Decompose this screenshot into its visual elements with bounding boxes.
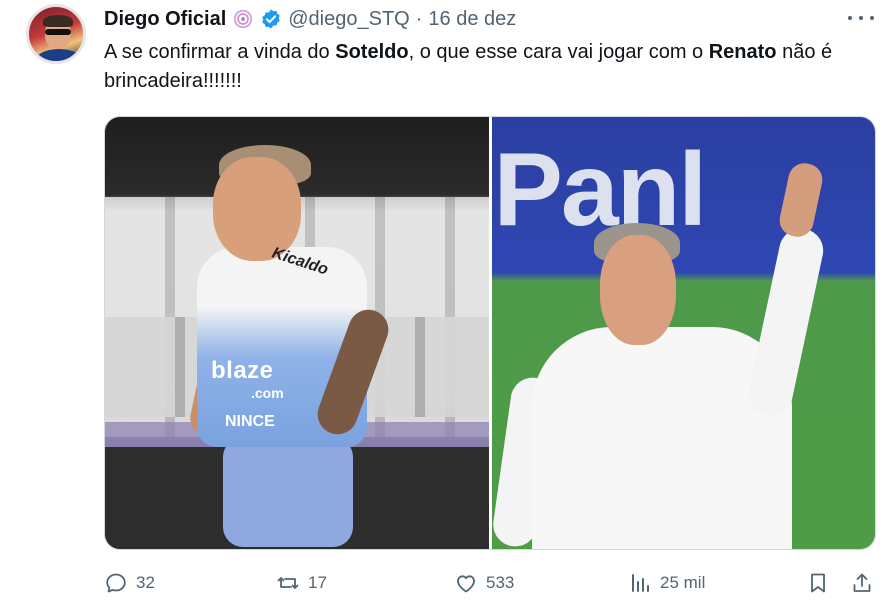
avatar[interactable] [26,4,86,64]
player-head [213,157,301,261]
photo-soteldo[interactable]: Kicaldo blaze .com NINCE [105,117,489,549]
more-dot [870,16,874,20]
photo-renato[interactable]: Panl [491,117,875,549]
coach-hand [776,160,825,240]
reply-count: 32 [136,573,155,592]
tweet-actions: 32 17 533 25 mil [100,566,876,600]
heart-icon [457,575,475,593]
tweet-text-part: A se confirmar a vinda do [104,41,336,63]
spiral-icon [234,9,253,29]
tweet-text: A se confirmar a vinda do Soteldo, o que… [104,38,876,96]
more-options-icon[interactable] [848,8,874,28]
coach-shirt [531,327,792,549]
jersey-sponsor-sub: .com [251,385,284,401]
avatar-glasses [45,29,71,35]
reply-button[interactable]: 32 [104,566,155,600]
share-button[interactable] [850,566,874,600]
like-button[interactable]: 533 [454,566,514,600]
tweet-text-part: , o que esse cara vai jogar com o [408,41,709,63]
handle[interactable]: @diego_STQ [288,8,409,31]
verified-icon [262,9,280,29]
like-count: 533 [486,573,515,592]
jersey-sponsor-lower: NINCE [225,413,275,430]
tweet-text-bold: Renato [708,41,777,63]
more-dot [859,16,863,20]
retweet-icon [277,577,299,589]
avatar-hair [43,15,73,27]
more-dot [848,16,852,20]
media-grid: Kicaldo blaze .com NINCE Panl [104,116,876,550]
reply-icon [106,573,126,593]
bookmark-icon [811,573,825,593]
coach-head [599,235,676,345]
avatar-shirt [35,49,83,61]
share-icon [853,573,871,592]
tweet-text-bold: Soteldo [335,41,409,63]
coach-arm [744,224,827,420]
separator-dot: · [415,7,423,30]
retweet-count: 17 [308,573,327,592]
retweet-button[interactable]: 17 [276,566,327,600]
player-shorts [223,437,353,547]
views-icon [632,574,649,592]
views-button[interactable]: 25 mil [628,566,705,600]
display-name[interactable]: Diego Oficial [104,8,226,31]
tweet-header: Diego Oficial @diego_STQ · 16 de dez [104,6,516,32]
timestamp[interactable]: 16 de dez [428,8,516,31]
bookmark-button[interactable] [806,566,830,600]
views-count: 25 mil [660,573,706,592]
jersey-sponsor: blaze [211,357,274,384]
